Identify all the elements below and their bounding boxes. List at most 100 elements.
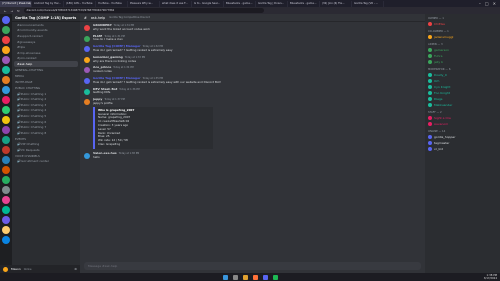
- member-name: jelly b: [434, 60, 443, 64]
- message-time: Today at 1:34 PM: [113, 66, 134, 70]
- avatar[interactable]: [84, 88, 90, 95]
- member-name: Diegs: [434, 97, 443, 101]
- server-icon[interactable]: [2, 146, 10, 154]
- server-icon[interactable]: [2, 176, 10, 184]
- browser-tab[interactable]: Gorilla Tag (VR - ...: [352, 0, 384, 7]
- maximize-icon[interactable]: □: [485, 1, 489, 6]
- server-icon[interactable]: [2, 166, 10, 174]
- avatar[interactable]: [84, 56, 90, 63]
- voice-label: Public Chatting 7: [20, 125, 47, 130]
- avatar[interactable]: [84, 67, 90, 74]
- browser-tab[interactable]: what does it use F...: [160, 0, 192, 7]
- url-input[interactable]: discord.com/channels/97956037134487729/9…: [23, 8, 264, 13]
- server-icon[interactable]: [2, 206, 10, 214]
- member-name: Foo Knight: [434, 91, 450, 95]
- avatar[interactable]: [84, 77, 90, 84]
- server-icon[interactable]: [2, 126, 10, 134]
- message[interactable]: Ace_prince Today at 1:34 PM ranked codes: [84, 65, 421, 74]
- search-icon[interactable]: [232, 274, 238, 280]
- channel-label: giveaways: [19, 39, 36, 44]
- folder-icon[interactable]: [242, 274, 248, 280]
- server-icon[interactable]: [2, 86, 10, 94]
- avatar[interactable]: [84, 152, 90, 159]
- server-icon[interactable]: [2, 186, 10, 194]
- message-list: GRANDERP Today at 1:31 PM why wont the lin…: [80, 22, 425, 164]
- server-icon[interactable]: [2, 46, 10, 54]
- message[interactable]: Gorilla Tag [COMP] Manager Today at 1:32 …: [84, 44, 421, 53]
- reload-icon[interactable]: ↻: [17, 9, 20, 13]
- server-icon[interactable]: [2, 26, 10, 34]
- server-icon[interactable]: [2, 136, 10, 144]
- message[interactable]: Valen.exe.hus Today at 1:38 PM hello: [84, 151, 421, 160]
- server-icon[interactable]: [2, 76, 10, 84]
- clock-date: 3/17/2024: [483, 277, 497, 280]
- server-icon[interactable]: [2, 56, 10, 64]
- member-item[interactable]: vr_kid: [425, 146, 500, 152]
- member-name: Cyn Knight: [434, 85, 451, 89]
- browser-icon[interactable]: [252, 274, 258, 280]
- voice-label: Public Chatting 5: [20, 113, 47, 118]
- discord-icon[interactable]: [262, 274, 268, 280]
- server-icon[interactable]: [2, 156, 10, 164]
- member-name: Doelly_0: [434, 73, 447, 77]
- server-icon[interactable]: [2, 96, 10, 104]
- member-group-label: Owner — 1: [428, 17, 444, 20]
- forward-icon[interactable]: →: [11, 9, 14, 13]
- app-icon[interactable]: [272, 274, 278, 280]
- channel-label: support-ranked: [19, 33, 43, 38]
- guild-name[interactable]: Gorilla Tag [COMP 1:1R] Esports: [12, 14, 80, 22]
- server-icon[interactable]: [2, 116, 10, 124]
- minimize-icon[interactable]: –: [479, 1, 481, 6]
- avatar[interactable]: [84, 99, 90, 106]
- message[interactable]: ELIZE Today at 1:31 PM how do I make a cla…: [84, 34, 421, 43]
- server-icon[interactable]: [2, 106, 10, 114]
- message[interactable]: jeppy Today at 1:37 PM jeppy's profile Wh…: [84, 97, 421, 149]
- browser-tab[interactable]: (7) Discord | #ask-help: [0, 0, 32, 7]
- browser-tab[interactable]: Android Tag by Har...: [32, 0, 64, 7]
- home-icon[interactable]: [2, 16, 10, 24]
- avatar: [428, 141, 432, 145]
- avatar: [428, 79, 432, 83]
- avatar: [428, 48, 432, 52]
- browser-tab[interactable]: (186) Gtfo - YouTube: [64, 0, 96, 7]
- browser-tab[interactable]: YouTube - YouTube: [96, 0, 128, 7]
- message-input[interactable]: Message #ask-help: [84, 262, 421, 270]
- browser-tab[interactable]: G to - Google Sear...: [192, 0, 224, 7]
- member-name: Orh: [434, 79, 440, 83]
- browser-tab[interactable]: Gorilla Tag | Down...: [256, 0, 288, 7]
- browser-tab[interactable]: Bluestacks - game...: [288, 0, 320, 7]
- close-icon[interactable]: ✕: [493, 1, 496, 6]
- avatar: [428, 116, 432, 120]
- message[interactable]: GRANDERP Today at 1:31 PM why wont the lin…: [84, 23, 421, 32]
- server-icon[interactable]: [2, 226, 10, 234]
- member-name: Sight a Ore: [434, 116, 451, 120]
- server-icon[interactable]: [2, 196, 10, 204]
- server-icon[interactable]: [2, 216, 10, 224]
- avatar: [428, 122, 432, 126]
- channel-label: community-events: [19, 28, 48, 33]
- member-name: gamerson: [434, 48, 450, 52]
- message[interactable]: DEV Stash Bot Today at 1:36 PM Getting DMs: [84, 87, 421, 96]
- start-icon[interactable]: [222, 274, 228, 280]
- channel-sidebar: Gorilla Tag [COMP 1:1R] Esports # announ…: [12, 14, 80, 273]
- voice-channel[interactable]: 🔊 recruitment center: [12, 159, 80, 165]
- avatar: [428, 91, 432, 95]
- message-text: Getting DMs: [93, 90, 111, 95]
- back-icon[interactable]: ←: [4, 9, 7, 13]
- browser-tab[interactable]: Bluestacks - game...: [224, 0, 256, 7]
- message[interactable]: Gorilla Tag [COMP] Manager Today at 1:35 …: [84, 76, 421, 85]
- server-icon[interactable]: [2, 66, 10, 74]
- avatar[interactable]: [84, 35, 90, 42]
- channel-topic: Gorilla Tag Competitive Discord: [109, 16, 151, 19]
- server-icon[interactable]: [2, 236, 10, 244]
- browser-tab[interactable]: (32) Jinx (6) Fla...: [320, 0, 352, 7]
- browser-tab[interactable]: Pleasure Why w...: [128, 0, 160, 7]
- message[interactable]: lemonboi_gaming Today at 1:33 PM why are t…: [84, 55, 421, 64]
- server-icon[interactable]: [2, 36, 10, 44]
- avatar[interactable]: [84, 25, 90, 31]
- avatar[interactable]: [84, 46, 90, 53]
- clock[interactable]: 1:38 PM 3/17/2024: [484, 274, 497, 280]
- avatar[interactable]: [3, 266, 8, 272]
- message-text: why are there no linking codes: [93, 58, 137, 63]
- channel-label: tips: [19, 45, 25, 50]
